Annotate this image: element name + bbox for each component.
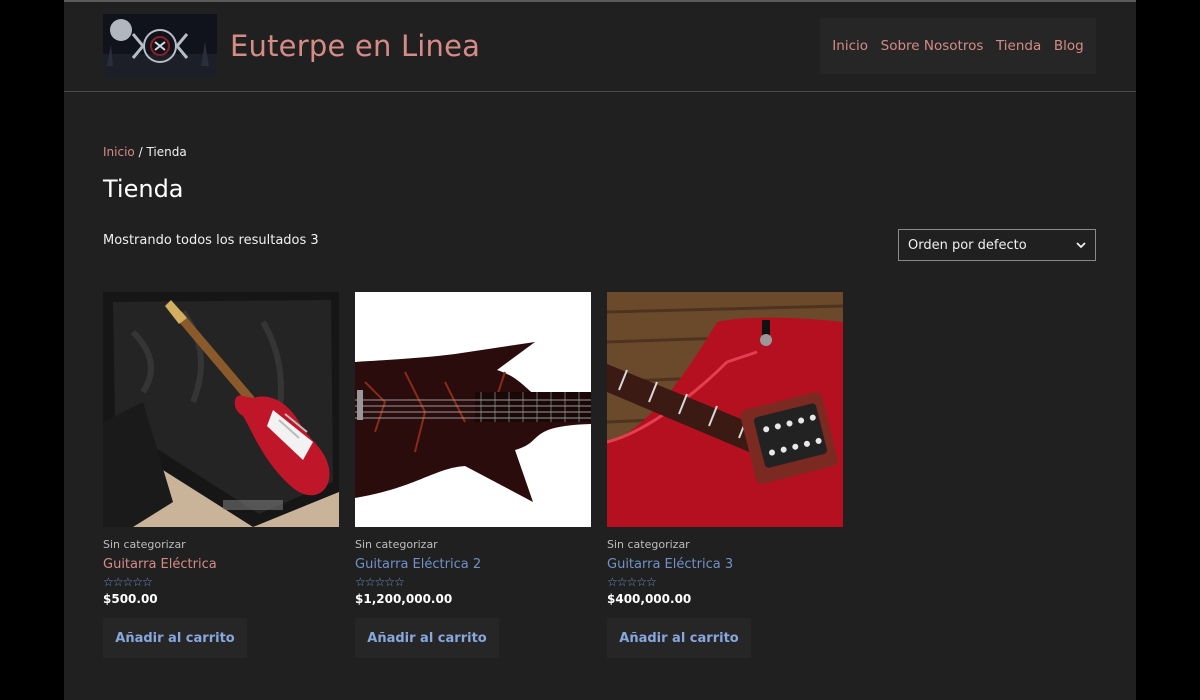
product-card: Sin categorizar Guitarra Eléctrica 3 ☆☆☆… (607, 292, 843, 658)
product-card: Sin categorizar Guitarra Eléctrica 2 ☆☆☆… (355, 292, 591, 658)
product-name-link[interactable]: Guitarra Eléctrica 3 (607, 557, 843, 572)
ordering-select[interactable]: Orden por defecto (898, 229, 1096, 261)
ordering-selected-value: Orden por defecto (908, 237, 1027, 253)
rating-stars: ☆☆☆☆☆ (103, 575, 153, 589)
page-title: Tienda (103, 175, 184, 203)
product-name-link[interactable]: Guitarra Eléctrica 2 (355, 557, 591, 572)
nav-item-inicio[interactable]: Inicio (832, 38, 868, 54)
product-price: $500.00 (103, 592, 158, 606)
nav-item-sobre-nosotros[interactable]: Sobre Nosotros (881, 38, 984, 54)
product-image[interactable] (103, 292, 339, 527)
site-logo[interactable] (103, 14, 217, 78)
rating-stars: ☆☆☆☆☆ (355, 575, 405, 589)
product-name-link[interactable]: Guitarra Eléctrica (103, 557, 339, 572)
product-price: $400,000.00 (607, 592, 692, 606)
product-category: Sin categorizar (103, 538, 186, 551)
product-card: Sin categorizar Guitarra Eléctrica ☆☆☆☆☆… (103, 292, 339, 658)
breadcrumb-home-link[interactable]: Inicio (103, 145, 135, 159)
add-to-cart-button[interactable]: Añadir al carrito (355, 618, 499, 658)
product-image[interactable] (607, 292, 843, 527)
add-to-cart-button[interactable]: Añadir al carrito (607, 618, 751, 658)
product-image[interactable] (355, 292, 591, 527)
page: Euterpe en Linea Inicio Sobre Nosotros T… (64, 0, 1136, 700)
product-category: Sin categorizar (607, 538, 690, 551)
primary-nav: Inicio Sobre Nosotros Tienda Blog (820, 18, 1096, 74)
nav-item-blog[interactable]: Blog (1054, 38, 1084, 54)
rating-stars: ☆☆☆☆☆ (607, 575, 657, 589)
breadcrumb: Inicio / Tienda (103, 145, 187, 159)
breadcrumb-current: Tienda (146, 145, 187, 159)
product-category: Sin categorizar (355, 538, 438, 551)
site-header: Euterpe en Linea Inicio Sobre Nosotros T… (64, 2, 1136, 92)
add-to-cart-button[interactable]: Añadir al carrito (103, 618, 247, 658)
result-count: Mostrando todos los resultados 3 (103, 233, 319, 248)
product-price: $1,200,000.00 (355, 592, 453, 606)
breadcrumb-separator: / (134, 145, 147, 159)
site-title[interactable]: Euterpe en Linea (230, 29, 480, 63)
nav-item-tienda[interactable]: Tienda (996, 38, 1041, 54)
chevron-down-icon (1076, 241, 1086, 248)
